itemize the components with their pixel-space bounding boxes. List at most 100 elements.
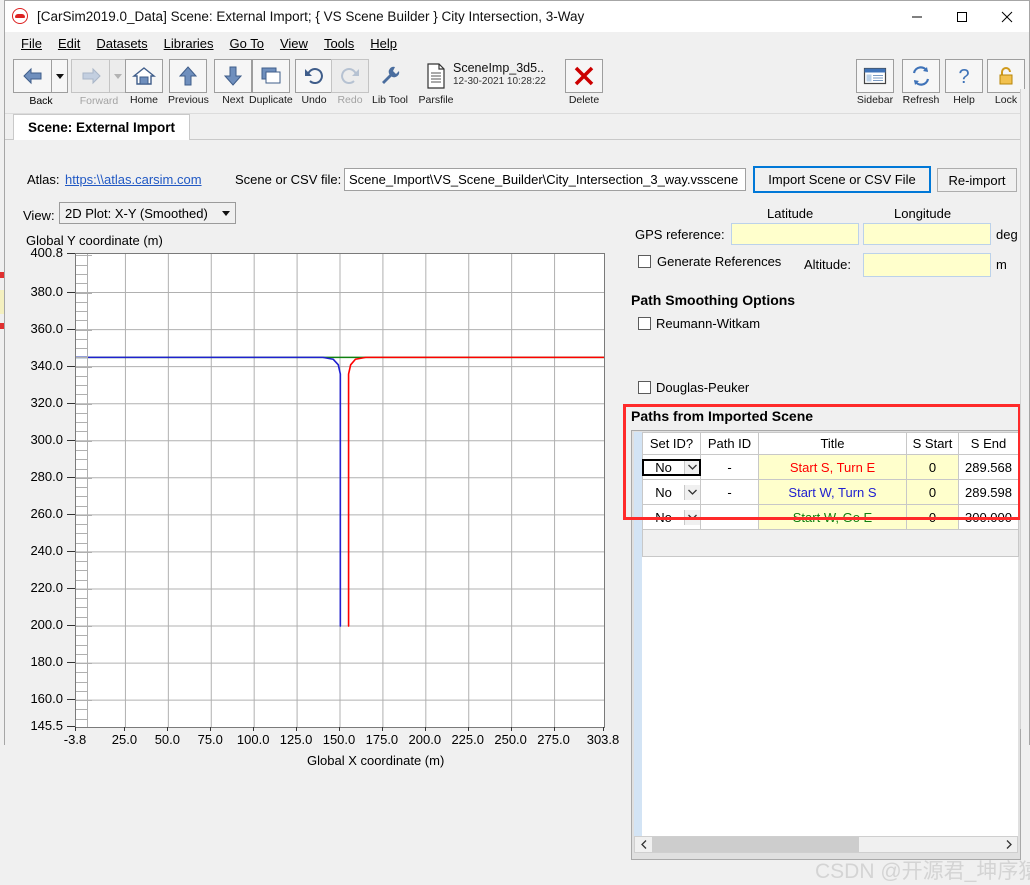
- douglas-peuker-checkbox[interactable]: [638, 381, 651, 394]
- chart-y-minor-tick: [76, 385, 87, 387]
- refresh-button[interactable]: Refresh: [902, 59, 940, 106]
- menu-tools-label: Tools: [323, 36, 355, 51]
- home-button[interactable]: Home: [125, 59, 163, 106]
- chart-y-minor-tick: [76, 690, 87, 692]
- menu-help[interactable]: Help: [362, 34, 405, 53]
- watermark: CSDN @开源君_坤序猿: [815, 860, 1030, 883]
- back-dropdown-arrow[interactable]: [51, 59, 68, 93]
- generate-references-checkbox-row[interactable]: Generate References: [638, 254, 781, 269]
- menu-libraries-label: Libraries: [163, 36, 214, 51]
- wrench-icon: [382, 66, 400, 84]
- menu-libraries[interactable]: Libraries: [156, 34, 222, 53]
- view-label: View:: [23, 208, 55, 223]
- chart-y-tick-mark: [67, 699, 75, 701]
- chart-x-tick-mark: [167, 727, 169, 731]
- paths-highlight-box: [623, 404, 1021, 520]
- parsfile-label: Parsfile: [418, 94, 454, 106]
- chart-y-minor-tick: [76, 718, 87, 720]
- minimize-icon[interactable]: [894, 1, 939, 32]
- chart-plot-area[interactable]: [75, 253, 605, 728]
- atlas-label: Atlas:: [27, 172, 60, 187]
- scroll-right-icon[interactable]: [1000, 837, 1017, 852]
- scrollbar-thumb[interactable]: [652, 837, 859, 852]
- reumann-witkam-checkbox-row[interactable]: Reumann-Witkam: [638, 316, 760, 331]
- chart-x-tick-mark: [603, 727, 604, 731]
- gps-latitude-input[interactable]: [731, 223, 859, 245]
- chart-x-tick-mark: [296, 727, 298, 731]
- chart-y-minor-tick: [76, 672, 87, 674]
- chart-y-tick-mark: [67, 365, 75, 367]
- chart-y-minor-tick: [76, 468, 87, 470]
- chart-y-minor-tick: [76, 301, 87, 303]
- reimport-label: Re-import: [948, 172, 1006, 188]
- scene-file-label: Scene or CSV file:: [235, 172, 342, 187]
- menu-datasets[interactable]: Datasets: [88, 34, 155, 53]
- maximize-icon[interactable]: [939, 1, 984, 32]
- chevron-down-icon: [55, 73, 64, 79]
- next-button[interactable]: Next: [214, 59, 252, 106]
- chart-y-minor-tick: [76, 274, 87, 275]
- chart-y-tick-label: 280.0: [30, 468, 63, 484]
- chart-x-tick-mark: [75, 727, 76, 731]
- reumann-witkam-checkbox[interactable]: [638, 317, 651, 330]
- m-unit-label: m: [996, 257, 1007, 272]
- chart-y-minor-tick: [76, 524, 87, 526]
- chart-y-tick-label: 220.0: [30, 579, 63, 595]
- arrow-up-icon: [179, 66, 198, 86]
- tab-scene-external-import[interactable]: Scene: External Import: [13, 114, 191, 140]
- window-controls: [894, 1, 1029, 32]
- menu-view[interactable]: View: [272, 34, 316, 53]
- chart-y-tick-mark: [67, 662, 75, 664]
- chart-y-minor-tick: [76, 366, 92, 368]
- parsfile-name: SceneImp_3d5..: [453, 61, 545, 75]
- lib-tool-button[interactable]: Lib Tool: [371, 59, 409, 106]
- generate-references-checkbox[interactable]: [638, 255, 651, 268]
- menu-tools[interactable]: Tools: [316, 34, 362, 53]
- menu-edit[interactable]: Edit: [50, 34, 88, 53]
- chart-y-minor-tick: [76, 653, 87, 655]
- chart-y-tick-mark: [67, 587, 75, 589]
- table-row-empty: [642, 529, 1019, 557]
- gps-longitude-input[interactable]: [863, 223, 991, 245]
- undo-button[interactable]: Undo: [295, 59, 333, 106]
- menu-goto[interactable]: Go To: [222, 34, 272, 53]
- gps-reference-label: GPS reference:: [635, 227, 725, 242]
- scene-file-input[interactable]: [344, 168, 746, 191]
- generate-references-label: Generate References: [657, 254, 782, 269]
- close-icon[interactable]: [984, 1, 1029, 32]
- chart-y-minor-tick: [76, 561, 87, 563]
- refresh-icon: [912, 66, 930, 86]
- reimport-button[interactable]: Re-import: [937, 168, 1017, 192]
- delete-button[interactable]: Delete: [565, 59, 603, 106]
- help-button[interactable]: ? Help: [945, 59, 983, 106]
- chart-y-tick-mark: [67, 476, 75, 478]
- chart-y-minor-tick: [76, 579, 87, 581]
- menu-edit-label: Edit: [57, 36, 81, 51]
- window-vertical-scrollbar[interactable]: [1020, 89, 1029, 729]
- previous-button[interactable]: Previous: [168, 59, 209, 106]
- altitude-input[interactable]: [863, 253, 991, 277]
- chevron-down-icon: [113, 73, 122, 79]
- chart-y-tick-label: 360.0: [30, 320, 63, 336]
- atlas-link[interactable]: https:\\atlas.carsim.com: [65, 172, 202, 187]
- home-label: Home: [129, 94, 158, 106]
- scroll-left-icon[interactable]: [635, 837, 652, 852]
- chart-y-minor-tick: [76, 422, 87, 424]
- sidebar-button[interactable]: Sidebar: [856, 59, 894, 106]
- back-button[interactable]: [13, 59, 69, 93]
- toolbar: Back Forward Home Previous Next Duplicat…: [5, 56, 1029, 114]
- duplicate-label: Duplicate: [249, 94, 293, 106]
- menu-file[interactable]: File: [13, 34, 50, 53]
- view-select[interactable]: 2D Plot: X-Y (Smoothed): [59, 202, 236, 224]
- douglas-peuker-checkbox-row[interactable]: Douglas-Peuker: [638, 380, 749, 395]
- chart-y-tick-label: 320.0: [30, 394, 63, 410]
- chart-y-tick-label: 180.0: [30, 654, 63, 670]
- parsfile-button[interactable]: Parsfile: [417, 59, 455, 106]
- window-title: [CarSim2019.0_Data] Scene: External Impo…: [37, 9, 585, 24]
- paths-horizontal-scrollbar[interactable]: [634, 836, 1018, 853]
- view-select-value: 2D Plot: X-Y (Smoothed): [65, 205, 208, 221]
- duplicate-button[interactable]: Duplicate: [249, 59, 293, 106]
- file-icon: [427, 63, 445, 89]
- chart-y-minor-tick: [76, 681, 87, 683]
- import-scene-button[interactable]: Import Scene or CSV File: [753, 166, 931, 193]
